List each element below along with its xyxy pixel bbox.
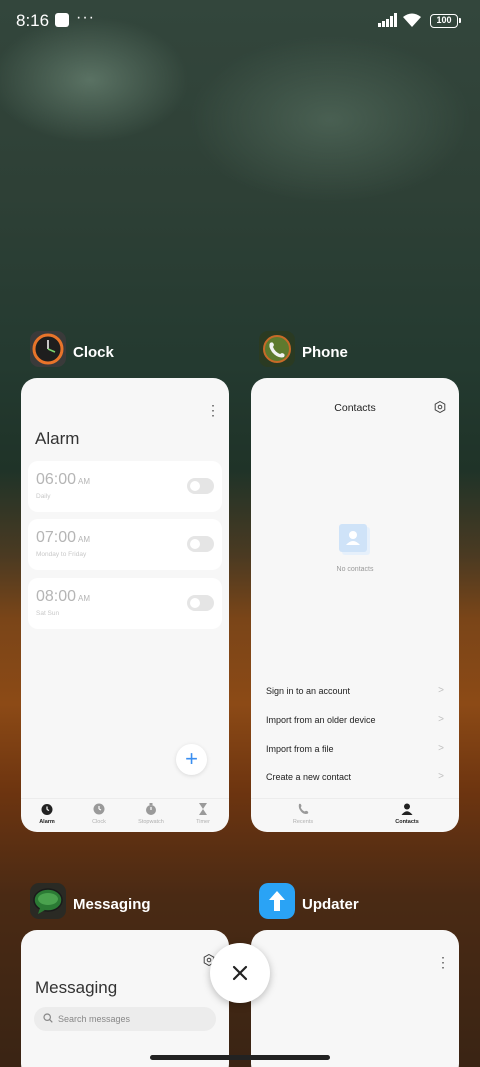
- wifi-icon: [403, 13, 421, 27]
- alarm-toggle[interactable]: [187, 536, 214, 552]
- tab-timer[interactable]: Timer: [177, 802, 229, 825]
- person-icon: [401, 803, 413, 815]
- option-label: Create a new contact: [266, 772, 352, 782]
- tab-recents[interactable]: Recents: [277, 802, 329, 825]
- phone-app-name: Phone: [302, 344, 348, 361]
- phone-app-card[interactable]: Contacts No contacts Sign in to an accou…: [251, 378, 459, 832]
- updater-menu-icon[interactable]: ⋮: [436, 955, 450, 969]
- signal-icon: [378, 13, 397, 27]
- tab-stopwatch[interactable]: Stopwatch: [125, 802, 177, 825]
- alarm-row[interactable]: 06:00 AM Daily: [28, 461, 222, 512]
- alarm-time: 07:00: [36, 529, 77, 546]
- stopwatch-icon: [146, 803, 156, 815]
- chevron-right-icon: >: [438, 771, 444, 782]
- alarm-title: Alarm: [35, 429, 80, 448]
- search-messages-input[interactable]: Search messages: [34, 1007, 216, 1031]
- chevron-right-icon: >: [438, 685, 444, 696]
- messaging-app-name: Messaging: [73, 896, 151, 913]
- messaging-app-card[interactable]: Messaging Search messages: [21, 930, 229, 1067]
- more-notifications-icon: ···: [76, 9, 95, 26]
- clock-app-card[interactable]: ⋮ Alarm 06:00 AM Daily 07:00 AM Monday to …: [21, 378, 229, 832]
- tab-label: Alarm: [39, 819, 55, 825]
- search-icon: [43, 1013, 53, 1023]
- option-label: Sign in to an account: [266, 686, 351, 696]
- alarm-ampm: AM: [78, 535, 91, 544]
- battery-icon: 100: [430, 14, 461, 28]
- tab-label: Contacts: [395, 819, 419, 825]
- status-time: 8:16: [16, 11, 50, 30]
- alarm-toggle[interactable]: [187, 478, 214, 494]
- empty-contacts-icon: [339, 524, 370, 555]
- messaging-app-icon[interactable]: [30, 883, 66, 919]
- tab-label: Clock: [92, 819, 106, 825]
- updater-app-card[interactable]: ⋮: [251, 930, 459, 1067]
- alarm-repeat: Sat Sun: [36, 610, 60, 617]
- chevron-right-icon: >: [438, 743, 444, 754]
- tab-clock[interactable]: Clock: [73, 802, 125, 825]
- clock-icon: [93, 803, 105, 815]
- alarm-row[interactable]: 08:00 AM Sat Sun: [28, 578, 222, 629]
- tab-label: Recents: [292, 819, 314, 825]
- clock-app-icon[interactable]: [30, 331, 66, 367]
- clear-all-button[interactable]: [210, 943, 270, 1003]
- clock-bottom-nav: Alarm Clock Stopwatch Timer: [21, 798, 229, 832]
- phone-bottom-nav: Recents Contacts: [251, 798, 459, 832]
- updater-app-icon[interactable]: [259, 883, 295, 919]
- alarm-time: 06:00: [36, 471, 77, 488]
- updater-app-name: Updater: [302, 896, 359, 913]
- alarm-repeat: Monday to Friday: [36, 551, 87, 558]
- tab-contacts[interactable]: Contacts: [381, 802, 433, 825]
- alarm-toggle[interactable]: [187, 595, 214, 611]
- notification-icon: [55, 13, 69, 27]
- settings-icon[interactable]: [434, 401, 446, 413]
- home-indicator[interactable]: [150, 1055, 330, 1060]
- hourglass-icon: [199, 803, 207, 815]
- create-contact-option[interactable]: Create a new contact >: [266, 763, 444, 791]
- clock-menu-icon[interactable]: ⋮: [206, 403, 220, 417]
- search-placeholder: Search messages: [58, 1014, 131, 1024]
- option-label: Import from an older device: [266, 715, 376, 725]
- alarm-ampm: AM: [78, 477, 91, 486]
- phone-app-icon[interactable]: [259, 331, 295, 367]
- import-older-device-option[interactable]: Import from an older device >: [266, 706, 444, 734]
- phone-icon: [298, 803, 309, 814]
- tab-label: Timer: [196, 819, 210, 825]
- alarm-time: 08:00: [36, 588, 77, 605]
- no-contacts-text: No contacts: [336, 566, 374, 573]
- alarm-row[interactable]: 07:00 AM Monday to Friday: [28, 519, 222, 570]
- option-label: Import from a file: [266, 744, 334, 754]
- alarm-ampm: AM: [78, 594, 91, 603]
- alarm-icon: [41, 804, 53, 815]
- tab-alarm[interactable]: Alarm: [21, 802, 73, 825]
- add-alarm-button[interactable]: +: [176, 744, 207, 775]
- chevron-right-icon: >: [438, 714, 444, 725]
- alarm-repeat: Daily: [36, 493, 51, 500]
- messaging-title: Messaging: [35, 978, 118, 997]
- close-icon: [232, 965, 248, 981]
- contacts-title: Contacts: [334, 402, 376, 414]
- sign-in-account-option[interactable]: Sign in to an account >: [266, 677, 444, 705]
- tab-label: Stopwatch: [138, 819, 164, 825]
- clock-app-name: Clock: [73, 344, 114, 361]
- import-file-option[interactable]: Import from a file >: [266, 735, 444, 763]
